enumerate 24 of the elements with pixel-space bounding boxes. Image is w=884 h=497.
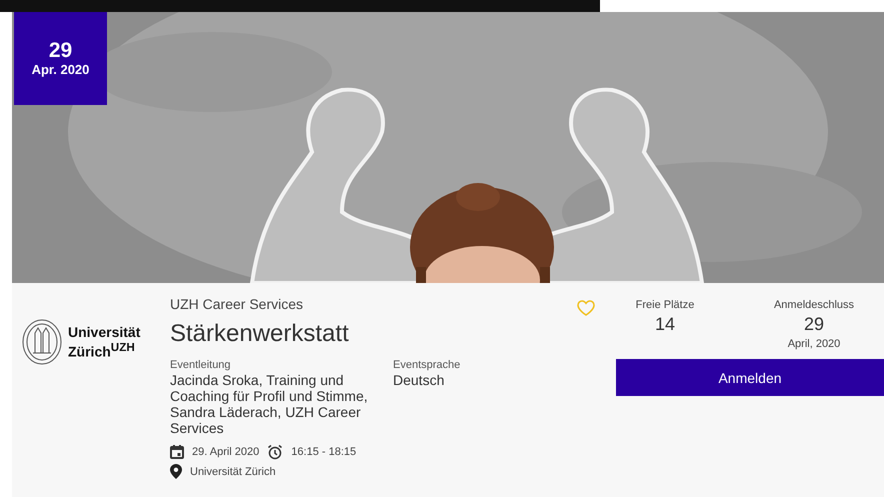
event-title: Stärkenwerkstatt — [170, 320, 350, 348]
stat-label: Anmeldeschluss — [772, 299, 856, 311]
heart-icon[interactable] — [577, 300, 595, 316]
field-value: Deutsch — [393, 372, 446, 388]
organizer: UZH Career Services — [170, 296, 304, 312]
stat-label: Freie Plätze — [634, 299, 696, 311]
time-text: 16:15 - 18:15 — [291, 446, 356, 458]
university-seal-icon — [22, 319, 62, 365]
alarm-clock-icon — [267, 444, 284, 460]
date-text: 29. April 2020 — [192, 446, 260, 458]
field-label: Eventleitung — [170, 358, 232, 372]
stat-value: 14 — [654, 314, 676, 335]
logo-text: Universität — [68, 324, 140, 340]
field-label: Eventsprache — [393, 358, 462, 372]
register-button[interactable]: Anmelden — [616, 359, 884, 396]
location-text: Universität Zürich — [190, 466, 276, 478]
badge-month-year: Apr. 2020 — [32, 62, 90, 77]
field-value: Jacinda Sroka, Training und Coaching für Profil und Stimme, Sandra Läderach, UZH Career Services — [170, 372, 369, 436]
logo-text: Zürich$^{UZH}$ — [68, 340, 136, 360]
stat-value: 29 — [802, 314, 826, 335]
stat-note: April, 2020 — [786, 338, 842, 350]
badge-day: 29 — [48, 40, 72, 62]
location-pin-icon — [170, 464, 182, 479]
calendar-icon — [170, 445, 184, 459]
